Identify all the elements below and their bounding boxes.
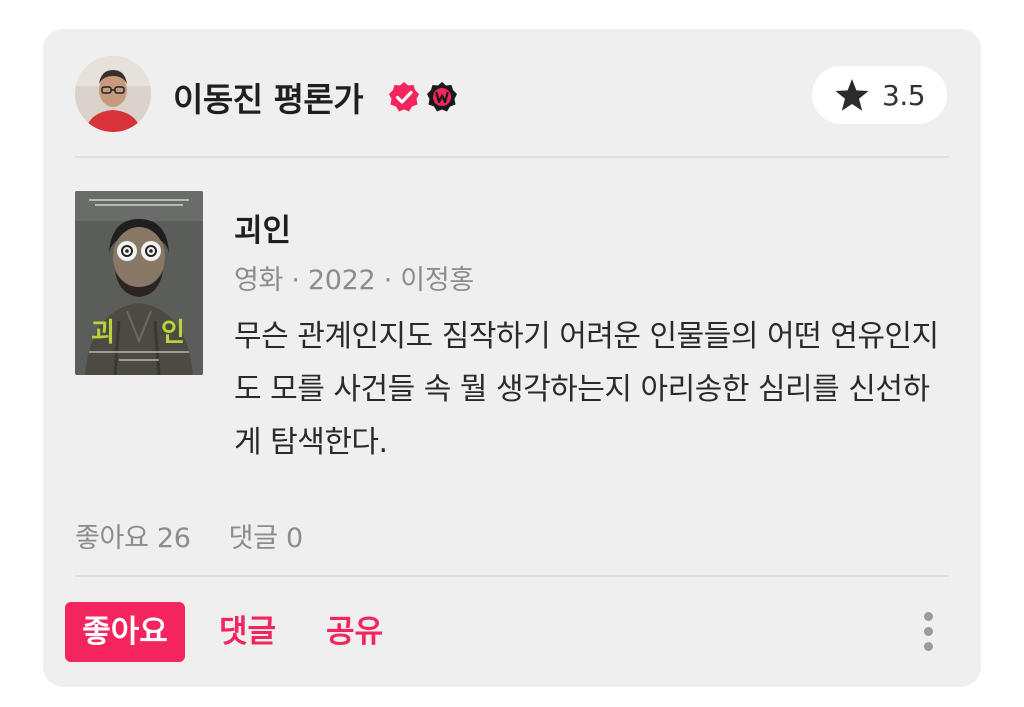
movie-poster[interactable]: 괴 인: [75, 191, 203, 375]
reviewer-avatar[interactable]: [75, 56, 151, 132]
poster-title-left: 괴: [91, 318, 115, 348]
review-card: 이동진 평론가 3.5 괴 인 괴인 영화 · 2022 · 이정홍 무슨 관계…: [43, 29, 981, 687]
movie-meta: 영화 · 2022 · 이정홍: [234, 265, 474, 296]
movie-title[interactable]: 괴인: [234, 205, 291, 250]
like-button[interactable]: 좋아요: [65, 602, 185, 662]
review-text[interactable]: 무슨 관계인지도 짐작하기 어려운 인물들의 어떤 연유인지도 모를 사건들 속…: [234, 310, 954, 469]
rating-pill: 3.5: [812, 66, 947, 124]
actions-divider: [75, 575, 949, 577]
poster-title-right: 인: [161, 318, 185, 348]
comment-count: 댓글 0: [228, 523, 304, 554]
rating-value: 3.5: [882, 79, 926, 112]
more-options-icon[interactable]: [921, 612, 935, 654]
comment-button[interactable]: 댓글: [219, 602, 276, 662]
review-stats: 좋아요 26 댓글 0: [75, 516, 303, 555]
reviewer-name[interactable]: 이동진 평론가: [173, 73, 364, 121]
watcha-w-badge-icon: [427, 82, 457, 112]
header-divider: [75, 156, 949, 158]
like-count: 좋아요 26: [75, 523, 191, 554]
verified-check-icon: [389, 82, 419, 112]
share-button[interactable]: 공유: [326, 602, 383, 662]
star-icon: [835, 79, 869, 111]
